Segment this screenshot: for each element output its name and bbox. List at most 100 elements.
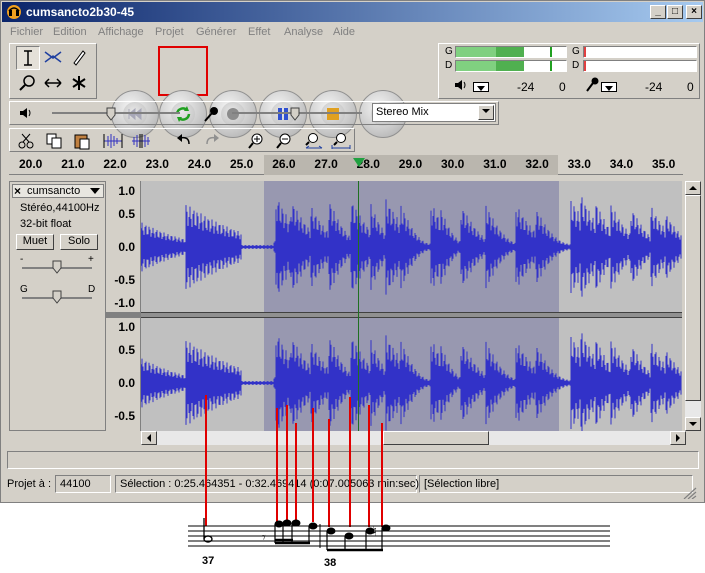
trim-icon[interactable]	[102, 132, 124, 150]
ruler-tick: 23.0	[145, 157, 169, 171]
ruler-tick: 30.0	[441, 157, 465, 171]
zoom-tool-button[interactable]	[16, 72, 40, 96]
scale-top-05: 0.5	[118, 207, 135, 221]
output-volume-thumb[interactable]	[106, 107, 116, 121]
play-position-marker-icon	[353, 158, 365, 167]
selection-info: Sélection : 0:25.464351 - 0:32.469414 (0…	[115, 475, 419, 493]
timeshift-tool-button[interactable]	[42, 72, 66, 96]
paste-icon[interactable]	[72, 132, 92, 150]
message-bar	[7, 451, 699, 469]
menu-projet[interactable]: Projet	[155, 26, 184, 38]
gain-slider-thumb[interactable]	[52, 260, 62, 274]
menu-fichier[interactable]: Fichier	[10, 26, 43, 38]
channel-waveform	[141, 197, 682, 297]
rec-meter-tick-0: 0	[687, 80, 694, 94]
red-alignment-line	[295, 423, 297, 523]
scale-bottom-1: 1.0	[118, 320, 135, 334]
waveform-graph	[141, 197, 682, 431]
maximize-button[interactable]: □	[667, 5, 683, 19]
undo-icon[interactable]	[174, 132, 194, 150]
menu-aide[interactable]: Aide	[333, 26, 355, 38]
scroll-up-button[interactable]	[685, 181, 701, 195]
play-meter-tick-24: -24	[517, 80, 535, 94]
scroll-down-button[interactable]	[685, 417, 701, 431]
scroll-left-button[interactable]	[141, 431, 157, 445]
ibeam-icon	[24, 50, 32, 66]
red-alignment-line	[286, 405, 288, 523]
pan-left-label: G	[20, 284, 28, 295]
gain-minus-label: -	[20, 254, 24, 265]
minimize-button[interactable]: _	[650, 5, 666, 19]
selection-tool-button[interactable]	[16, 46, 40, 70]
selection-mode: [Sélection libre]	[419, 475, 693, 493]
waveform-area[interactable]	[141, 181, 682, 431]
output-volume-slider[interactable]	[52, 112, 180, 114]
ruler-tick: 29.0	[398, 157, 423, 171]
red-alignment-line	[349, 397, 351, 527]
fit-selection-icon[interactable]	[302, 132, 324, 150]
fit-project-icon[interactable]	[330, 132, 352, 150]
scroll-right-button[interactable]	[670, 431, 686, 445]
scale-top-m05: -0.5	[114, 273, 135, 287]
zoom-out-icon[interactable]	[274, 132, 294, 150]
draw-tool-button[interactable]	[68, 46, 92, 70]
rec-meter-tick-24: -24	[645, 80, 663, 94]
rec-meter-menu[interactable]	[601, 82, 617, 92]
play-cursor	[358, 181, 359, 431]
redo-icon[interactable]	[202, 132, 222, 150]
cut-icon[interactable]	[16, 132, 36, 150]
track-close-icon[interactable]: ×	[14, 184, 21, 198]
vertical-scroll-thumb[interactable]	[685, 195, 701, 401]
speaker-icon	[455, 80, 466, 90]
zoom-in-icon[interactable]	[246, 132, 266, 150]
silence-icon[interactable]	[130, 132, 152, 150]
menu-analyse[interactable]: Analyse	[284, 26, 323, 38]
scale-top-0: 0.0	[118, 240, 135, 254]
menu-affichage[interactable]: Affichage	[98, 26, 144, 38]
input-volume-thumb[interactable]	[290, 107, 300, 121]
asterisk-icon	[72, 76, 86, 90]
ruler-tick: 34.0	[609, 157, 634, 171]
input-source-dropdown[interactable]	[478, 105, 494, 120]
track-header: × cumsancto	[12, 184, 104, 198]
transport-toolbar	[101, 43, 413, 138]
track-menu-icon[interactable]	[89, 187, 101, 195]
play-meter-left-label: G	[445, 46, 453, 57]
window-title: cumsancto2b30-45	[26, 5, 135, 19]
note-half-37	[203, 518, 213, 543]
output-volume-icon	[20, 108, 31, 118]
chevron-down-icon	[482, 109, 490, 113]
solo-button[interactable]: Solo	[60, 234, 98, 250]
magnifier-icon	[19, 75, 35, 91]
pan-slider-thumb[interactable]	[52, 290, 62, 304]
timeline-ruler[interactable]: 20.0 21.0 22.0 23.0 24.0 25.0 26.0 27.0 28.0 29.0…	[9, 155, 683, 175]
copy-icon[interactable]	[44, 132, 64, 150]
menu-bar: Fichier Edition Affichage Projet Générer…	[2, 23, 703, 42]
score-excerpt: 𝄾 ♮ 37 38	[188, 518, 610, 569]
track-name[interactable]: cumsancto	[27, 185, 80, 197]
project-rate-label: Projet à :	[7, 478, 52, 490]
input-source-select[interactable]: Stereo Mix	[372, 103, 496, 122]
resize-grip-icon[interactable]	[681, 485, 697, 499]
vertical-scrollbar[interactable]	[685, 181, 701, 431]
menu-generer[interactable]: Générer	[196, 26, 236, 38]
scale-bottom-05: 0.5	[118, 343, 135, 357]
multi-tool-button[interactable]	[68, 72, 92, 96]
ruler-tick: 26.0	[272, 157, 296, 171]
double-arrow-icon	[44, 78, 62, 88]
close-button[interactable]: ×	[686, 5, 702, 19]
mute-button[interactable]: Muet	[16, 234, 54, 250]
measure-number-38: 38	[324, 557, 336, 569]
play-meter-tick-0: 0	[559, 80, 566, 94]
horizontal-scrollbar[interactable]	[141, 431, 686, 445]
menu-effet[interactable]: Effet	[248, 26, 270, 38]
arrow-right-icon	[676, 434, 680, 442]
menu-edition[interactable]: Edition	[53, 26, 87, 38]
envelope-tool-button[interactable]	[42, 46, 66, 70]
measure-number-37: 37	[202, 555, 214, 567]
project-rate-field[interactable]: 44100	[55, 475, 111, 493]
horizontal-scroll-thumb[interactable]	[383, 431, 489, 445]
arrow-up-icon	[689, 186, 697, 190]
channel-waveform	[141, 333, 682, 431]
play-meter-menu[interactable]	[473, 82, 489, 92]
